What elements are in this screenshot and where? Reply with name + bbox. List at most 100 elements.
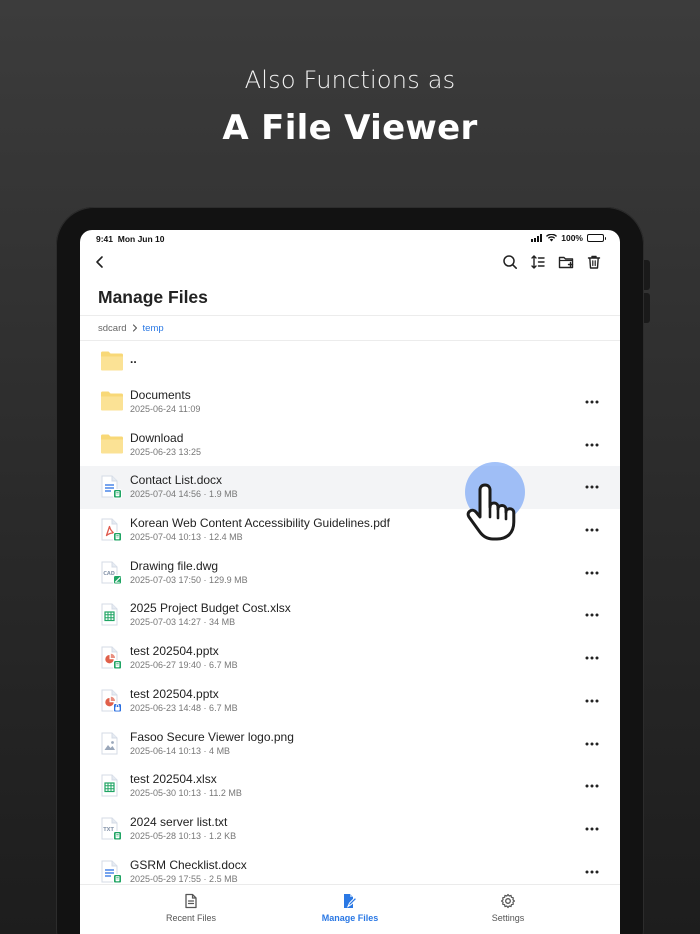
gear-icon <box>448 893 568 909</box>
more-options-button[interactable] <box>580 392 604 412</box>
file-meta: 2025-07-04 14:56 · 1.9 MB <box>130 489 238 500</box>
battery-icon <box>587 234 606 242</box>
docx-file-icon <box>100 860 122 884</box>
txt-file-icon: TXT <box>100 817 122 841</box>
file-row[interactable]: Korean Web Content Accessibility Guideli… <box>80 509 620 552</box>
file-meta: 2025-05-30 10:13 · 11.2 MB <box>130 788 242 799</box>
file-meta: 2025-07-03 14:27 · 34 MB <box>130 617 236 628</box>
more-horizontal-icon <box>585 571 599 575</box>
volume-up-button <box>644 260 650 290</box>
file-name: test 202504.pptx <box>130 686 219 701</box>
file-name: Documents <box>130 388 191 402</box>
file-row[interactable]: Documents 2025-06-24 11:09 <box>80 381 620 424</box>
tab-label: Recent Files <box>165 913 217 923</box>
pdf-file-icon <box>100 518 122 542</box>
xlsx-file-icon <box>100 774 122 798</box>
more-horizontal-icon <box>585 870 599 874</box>
new-folder-button[interactable] <box>554 250 578 274</box>
breadcrumb-root[interactable]: sdcard <box>98 323 127 334</box>
top-toolbar <box>80 250 620 274</box>
trash-icon <box>587 255 601 269</box>
document-icon <box>131 893 251 909</box>
more-options-button[interactable] <box>580 734 604 754</box>
promo-title: A File Viewer <box>222 108 478 148</box>
file-meta: 2025-06-27 19:40 · 6.7 MB <box>130 660 238 671</box>
delete-button[interactable] <box>582 250 606 274</box>
app-screen: 9:41 Mon Jun 10 100% Manage Files sdcard… <box>80 230 620 934</box>
file-meta: 2025-06-14 10:13 · 4 MB <box>130 745 231 756</box>
folder-plus-icon <box>558 256 573 269</box>
folder-icon <box>100 433 123 457</box>
more-options-button[interactable] <box>580 477 604 497</box>
more-options-button[interactable] <box>580 776 604 796</box>
docx-file-icon <box>100 475 122 499</box>
status-bar: 9:41 Mon Jun 10 100% <box>80 230 620 250</box>
more-options-button[interactable] <box>580 605 604 625</box>
xlsx-file-icon <box>100 603 122 627</box>
file-meta: 2025-05-28 10:13 · 1.2 KB <box>130 830 237 841</box>
sort-icon <box>531 255 545 269</box>
file-name: Fasoo Secure Viewer logo.png <box>130 729 294 744</box>
chevron-right-icon <box>132 324 138 332</box>
file-name: Korean Web Content Accessibility Guideli… <box>130 516 390 531</box>
more-options-button[interactable] <box>580 520 604 540</box>
more-horizontal-icon <box>585 443 599 447</box>
more-horizontal-icon <box>585 827 599 831</box>
file-name: test 202504.pptx <box>130 644 219 659</box>
file-row[interactable]: test 202504.pptx 2025-06-27 19:40 · 6.7 M… <box>80 637 620 680</box>
breadcrumb-current[interactable]: temp <box>143 323 164 334</box>
file-name: test 202504.xlsx <box>130 772 217 787</box>
more-options-button[interactable] <box>580 648 604 668</box>
more-options-button[interactable] <box>580 563 604 583</box>
battery-percent: 100% <box>561 233 583 243</box>
wifi-icon <box>546 234 558 242</box>
file-meta: 2025-06-23 14:48 · 6.7 MB <box>130 702 238 713</box>
pointing-hand-icon <box>466 483 516 541</box>
tab-settings[interactable]: Settings <box>448 893 568 923</box>
tab-label: Settings <box>491 913 525 923</box>
cad-file-icon: CAD <box>100 561 122 585</box>
more-horizontal-icon <box>585 528 599 532</box>
file-meta: 2025-06-24 11:09 <box>130 404 201 414</box>
page-title: Manage Files <box>98 287 208 307</box>
parent-folder-row[interactable]: .. <box>80 341 620 381</box>
pptx-locked-file-icon <box>100 689 122 713</box>
chevron-left-icon <box>96 256 103 268</box>
more-horizontal-icon <box>585 400 599 404</box>
more-options-button[interactable] <box>580 862 604 882</box>
more-options-button[interactable] <box>580 819 604 839</box>
cellular-signal-icon <box>531 234 543 242</box>
more-horizontal-icon <box>585 656 599 660</box>
sort-button[interactable] <box>526 250 550 274</box>
more-options-button[interactable] <box>580 435 604 455</box>
search-button[interactable] <box>498 250 522 274</box>
manage-files-icon <box>290 893 410 909</box>
file-row[interactable]: CAD Drawing file.dwg 2025-07-03 17:50 · 12… <box>80 552 620 595</box>
file-name: Download <box>130 430 184 445</box>
bottom-tab-bar: Recent Files Manage Files Settings <box>80 884 620 934</box>
folder-icon <box>100 390 123 414</box>
file-row[interactable]: Download 2025-06-23 13:25 <box>80 424 620 467</box>
file-row[interactable]: TXT 2024 server list.txt 2025-05-28 10:13 … <box>80 808 620 851</box>
status-indicators: 100% <box>531 233 606 243</box>
svg-text:CAD: CAD <box>103 571 115 577</box>
tab-recent-files[interactable]: Recent Files <box>131 893 251 923</box>
file-row[interactable]: Fasoo Secure Viewer logo.png 2025-06-14 1… <box>80 723 620 766</box>
file-row[interactable]: 2025 Project Budget Cost.xlsx 2025-07-03 … <box>80 594 620 637</box>
file-list: .. Documents 2025-06-24 11:09 Download 2025… <box>80 341 620 893</box>
file-name: GSRM Checklist.docx <box>130 857 247 872</box>
file-meta: 2025-06-23 13:25 <box>130 446 202 457</box>
file-meta: 2025-07-03 17:50 · 129.9 MB <box>130 574 248 585</box>
file-row[interactable]: Contact List.docx 2025-07-04 14:56 · 1.9 … <box>80 466 620 510</box>
more-horizontal-icon <box>585 784 599 788</box>
file-name: 2025 Project Budget Cost.xlsx <box>130 601 291 616</box>
pptx-file-icon <box>100 646 122 670</box>
more-options-button[interactable] <box>580 691 604 711</box>
file-row[interactable]: test 202504.pptx 2025-06-23 14:48 · 6.7 M… <box>80 680 620 723</box>
status-time-date: 9:41 Mon Jun 10 <box>96 234 165 244</box>
more-horizontal-icon <box>585 742 599 745</box>
file-row[interactable]: test 202504.xlsx 2025-05-30 10:13 · 11.2 … <box>80 765 620 808</box>
tab-manage-files[interactable]: Manage Files <box>290 893 410 923</box>
tab-label: Manage Files <box>321 913 379 923</box>
back-button[interactable] <box>88 250 112 274</box>
